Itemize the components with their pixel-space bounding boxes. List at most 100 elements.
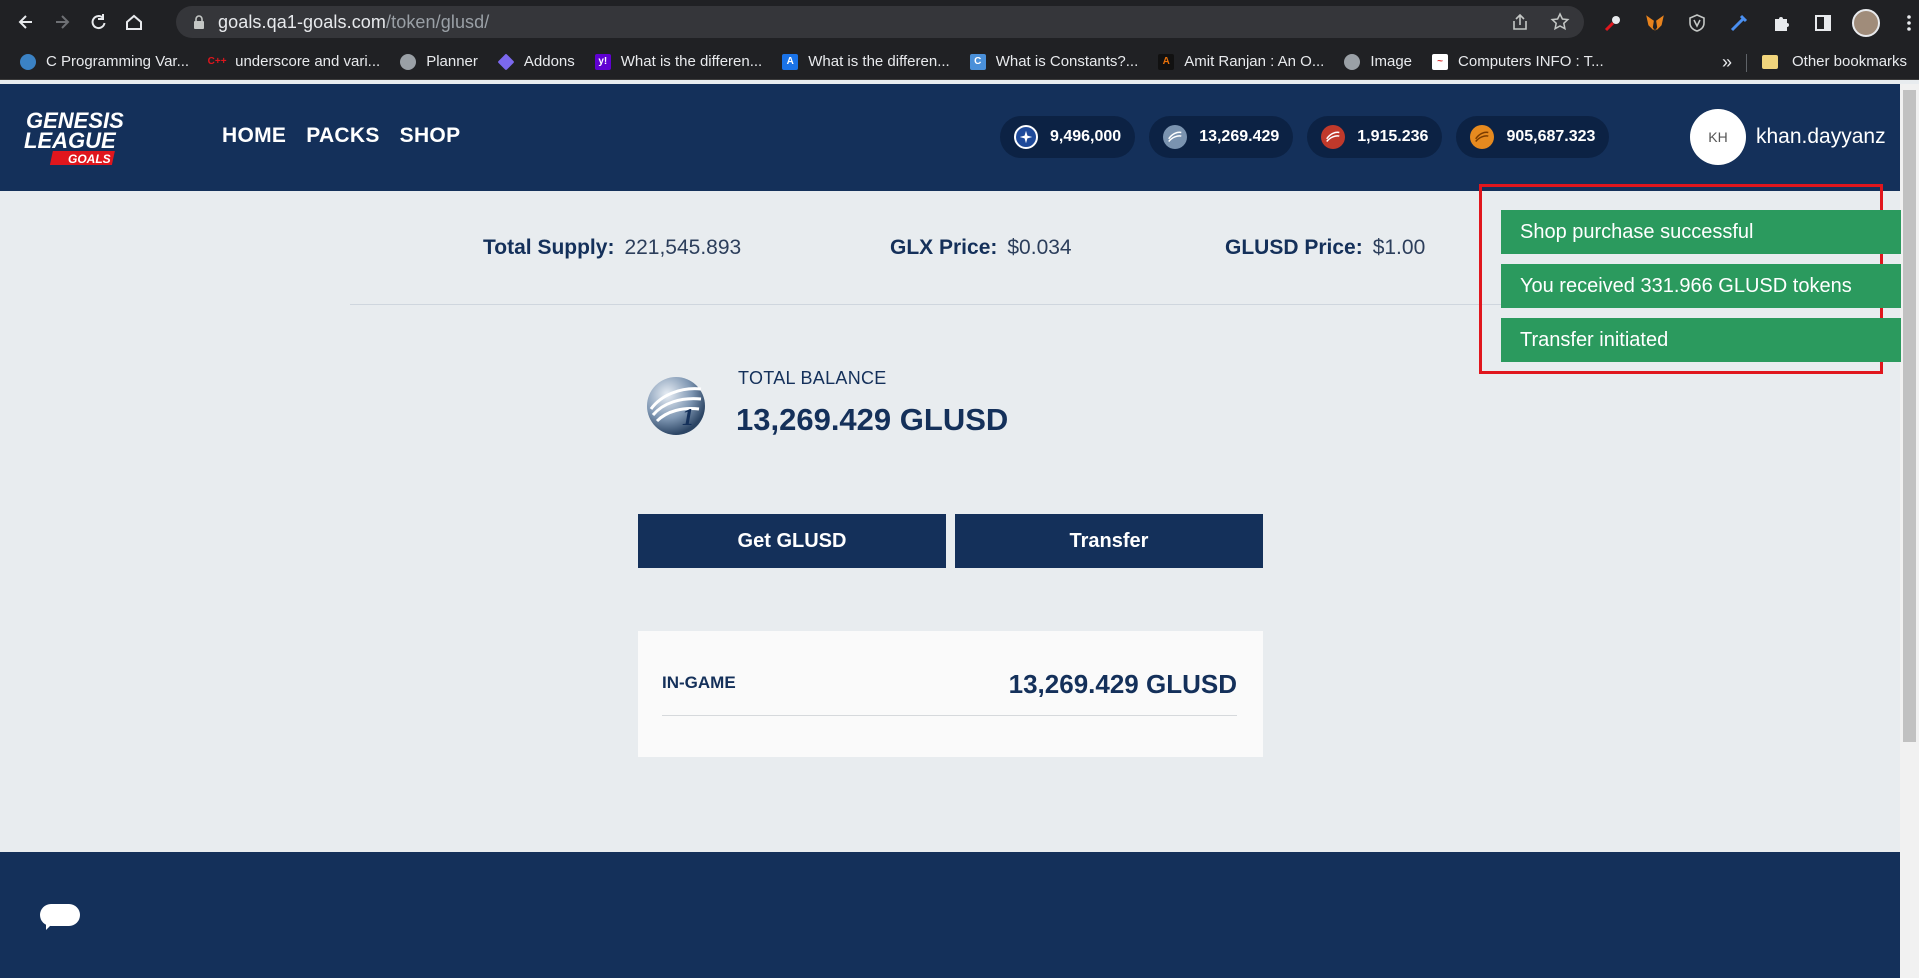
amit-icon: A — [1158, 53, 1175, 70]
bookmark-item[interactable]: ~ Computers INFO : T... — [1432, 53, 1604, 70]
red-coin-icon — [1321, 125, 1346, 149]
bookmark-item[interactable]: y! What is the differen... — [594, 53, 763, 70]
nav-packs[interactable]: PACKS — [306, 124, 379, 148]
bookmark-label: underscore and vari... — [235, 53, 381, 70]
total-supply-value: 221,545.893 — [624, 236, 742, 259]
font-icon: A — [782, 53, 799, 70]
cpp-icon: C++ — [207, 56, 227, 67]
bookmark-label: Computers INFO : T... — [1458, 53, 1604, 70]
constants-icon: C — [969, 53, 986, 70]
sidepanel-icon[interactable] — [1810, 10, 1836, 36]
username[interactable]: khan.dayyanz — [1756, 125, 1886, 149]
wallet-pill[interactable]: 905,687.323 — [1456, 116, 1610, 158]
bookmark-label: What is the differen... — [808, 53, 950, 70]
user-avatar[interactable]: KH — [1690, 109, 1746, 165]
url-path: /token/glusd/ — [386, 11, 490, 32]
browser-toolbar: goals.qa1-goals.com/token/glusd/ — [0, 0, 1919, 44]
glx-price-value: $0.034 — [1007, 236, 1072, 259]
tool-extension-icon[interactable] — [1726, 10, 1752, 36]
address-bar[interactable]: goals.qa1-goals.com/token/glusd/ — [176, 6, 1584, 38]
more-bookmarks-icon[interactable]: » — [1722, 52, 1732, 73]
glusd-price-value: $1.00 — [1372, 236, 1426, 259]
glx-price-stat: GLX Price: $0.034 — [890, 236, 1072, 260]
bookmark-item[interactable]: Addons — [497, 53, 575, 70]
puzzle-icon[interactable] — [1768, 10, 1794, 36]
folder-icon — [1762, 54, 1778, 69]
bookmarks-bar: C Programming Var... C++ underscore and v… — [0, 44, 1919, 80]
main-nav: HOME PACKS SHOP — [222, 124, 460, 148]
logo-line-2: LEAGUE — [24, 128, 117, 153]
reload-icon[interactable] — [80, 4, 116, 40]
logo-line-3: GOALS — [68, 152, 111, 166]
glusd-coin-icon — [1163, 125, 1188, 149]
computers-icon: ~ — [1432, 53, 1449, 70]
nav-home[interactable]: HOME — [222, 124, 286, 148]
other-bookmarks[interactable]: Other bookmarks — [1762, 53, 1907, 70]
bookmark-label: Amit Ranjan : An O... — [1184, 53, 1325, 70]
bookmark-label: Planner — [426, 53, 478, 70]
total-supply-stat: Total Supply: 221,545.893 — [483, 236, 741, 260]
star-coin-icon — [1014, 125, 1038, 149]
globe-icon — [400, 53, 417, 70]
kebab-menu-icon[interactable] — [1896, 10, 1919, 36]
share-icon[interactable] — [1510, 12, 1530, 32]
bookmark-item[interactable]: A Amit Ranjan : An O... — [1158, 53, 1324, 70]
chat-bubble-tail — [46, 922, 54, 930]
metamask-icon[interactable] — [1642, 10, 1668, 36]
glx-price-label: GLX Price: — [890, 236, 998, 259]
site-footer — [0, 852, 1900, 978]
other-bookmarks-label: Other bookmarks — [1792, 53, 1908, 70]
user-menu[interactable]: KH khan.dayyanz — [1690, 109, 1886, 165]
total-balance-value: 13,269.429 GLUSD — [736, 402, 1009, 437]
page-scrollbar[interactable] — [1900, 84, 1919, 978]
glusd-price-label: GLUSD Price: — [1225, 236, 1363, 259]
get-glusd-button[interactable]: Get GLUSD — [638, 514, 946, 568]
bookmark-item[interactable]: A What is the differen... — [782, 53, 950, 70]
glusd-token-icon: 1 — [647, 377, 705, 435]
lock-icon — [194, 15, 204, 29]
star-icon[interactable] — [1550, 12, 1570, 32]
wallet-balances: 9,496,000 13,269.429 1,915.236 905,687.3… — [1000, 116, 1610, 158]
genesis-league-goals-logo[interactable]: GENESIS LEAGUE GOALS — [22, 108, 174, 166]
key-extension-icon[interactable] — [1600, 10, 1626, 36]
orange-coin-icon — [1470, 125, 1495, 149]
toast-notification[interactable]: You received 331.966 GLUSD tokens — [1501, 264, 1901, 308]
total-balance-label: TOTAL BALANCE — [738, 368, 887, 388]
bookmark-item[interactable]: Image — [1344, 53, 1412, 70]
bookmark-item[interactable]: C++ underscore and vari... — [207, 53, 381, 70]
home-icon[interactable] — [116, 4, 152, 40]
wallet-pill[interactable]: 9,496,000 — [1000, 116, 1136, 158]
bookmark-item[interactable]: Planner — [400, 53, 478, 70]
toast-notification[interactable]: Transfer initiated — [1501, 318, 1901, 362]
wallet-amount: 9,496,000 — [1050, 128, 1122, 145]
bookmark-item[interactable]: C Programming Var... — [20, 53, 189, 70]
card-divider — [662, 715, 1237, 716]
back-icon[interactable] — [8, 4, 44, 40]
globe-icon — [1344, 53, 1361, 70]
bookmark-label: C Programming Var... — [46, 53, 190, 70]
bookmark-label: What is Constants?... — [995, 53, 1139, 70]
bookmark-label: What is the differen... — [620, 53, 763, 70]
profile-avatar-icon[interactable] — [1852, 9, 1880, 37]
wallet-pill[interactable]: 1,915.236 — [1307, 116, 1443, 158]
transfer-button[interactable]: Transfer — [955, 514, 1263, 568]
in-game-value: 13,269.429 GLUSD — [1008, 669, 1237, 699]
in-game-balance-card: IN-GAME 13,269.429 GLUSD — [638, 631, 1263, 757]
wallet-amount: 905,687.323 — [1506, 128, 1596, 145]
url-text: goals.qa1-goals.com/token/glusd/ — [218, 12, 489, 33]
bookmark-label: Addons — [523, 53, 575, 70]
scrollbar-thumb[interactable] — [1903, 90, 1916, 742]
in-game-label: IN-GAME — [662, 673, 736, 692]
forward-icon[interactable] — [44, 4, 80, 40]
total-supply-label: Total Supply: — [483, 236, 615, 259]
shield-icon[interactable] — [1684, 10, 1710, 36]
bookmark-item[interactable]: C What is Constants?... — [969, 53, 1139, 70]
token-numeral: 1 — [682, 405, 694, 431]
nav-shop[interactable]: SHOP — [400, 124, 461, 148]
drupal-icon — [20, 53, 36, 70]
wallet-amount: 1,915.236 — [1357, 128, 1429, 145]
wallet-pill[interactable]: 13,269.429 — [1149, 116, 1294, 158]
stats-divider — [350, 304, 1550, 305]
url-host: goals.qa1-goals.com — [218, 11, 386, 32]
toast-notification[interactable]: Shop purchase successful — [1501, 210, 1901, 254]
